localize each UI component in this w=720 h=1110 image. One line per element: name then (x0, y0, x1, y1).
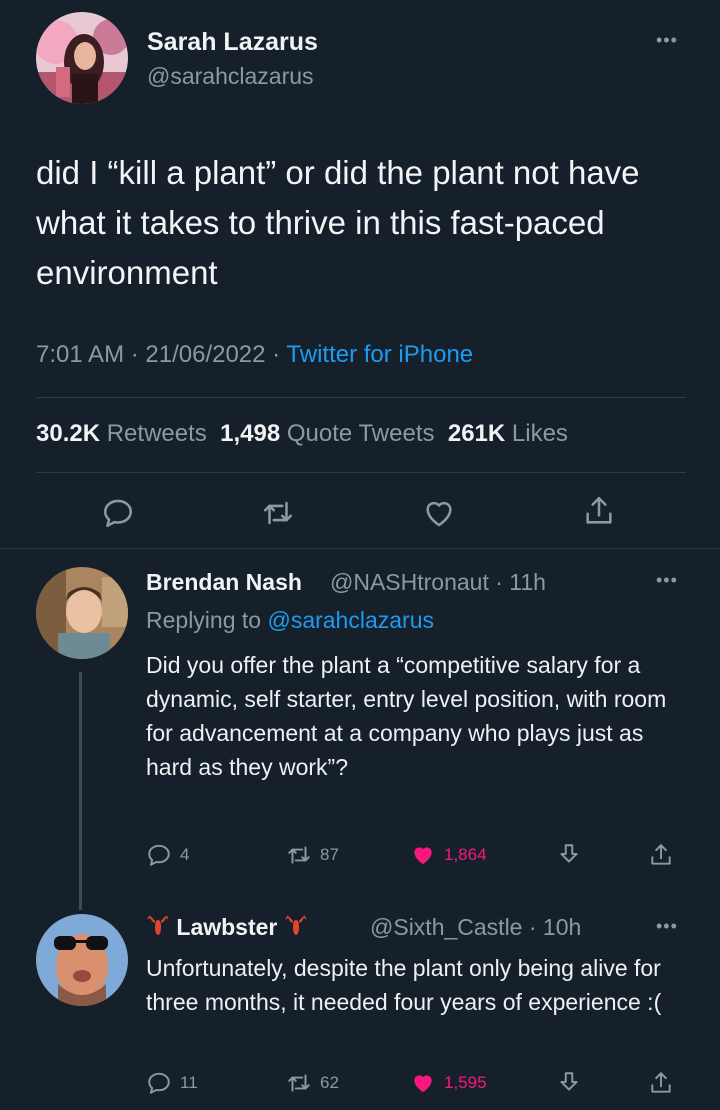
quotes-stat[interactable]: 1,498 Quote Tweets (220, 420, 434, 447)
share-button[interactable] (648, 1070, 682, 1096)
download-icon (560, 1072, 578, 1091)
author-avatar[interactable] (36, 12, 128, 104)
tweet-timestamp[interactable]: 7:01 AM · 21/06/2022 · (36, 341, 286, 368)
tweet-source[interactable]: Twitter for iPhone (286, 341, 473, 368)
reply-button[interactable]: 11 (146, 1070, 198, 1096)
reply-icon[interactable] (101, 496, 135, 530)
retweet-count: 87 (320, 845, 339, 864)
reply-avatar[interactable] (36, 914, 128, 1006)
more-options-icon[interactable]: ••• (656, 916, 678, 937)
retweet-count: 62 (320, 1073, 339, 1092)
like-button[interactable]: 1,864 (410, 842, 487, 868)
reply-author-handle[interactable]: @NASHtronaut · 11h (330, 569, 546, 596)
reply-avatar[interactable] (36, 567, 128, 659)
author-handle[interactable]: @sarahclazarus (147, 63, 314, 90)
thread-line (79, 672, 82, 910)
likes-stat[interactable]: 261K Likes (448, 420, 568, 447)
heart-icon (414, 1075, 432, 1093)
reply-author-name[interactable]: Lawbster (146, 914, 308, 941)
reply-author-handle[interactable]: @Sixth_Castle · 10h (370, 914, 581, 941)
more-options-icon[interactable]: ••• (656, 30, 678, 51)
tweet-stats: 30.2K Retweets 1,498 Quote Tweets 261K L… (36, 420, 568, 448)
main-tweet: Sarah Lazarus @sarahclazarus ••• did I “… (0, 0, 720, 548)
share-icon (651, 844, 671, 865)
like-count: 1,864 (444, 845, 487, 864)
download-button[interactable] (556, 842, 590, 868)
reply-author-name[interactable]: Brendan Nash (146, 569, 302, 596)
reply-icon (148, 844, 170, 866)
lobster-emoji-icon (147, 915, 169, 935)
lobster-emoji-icon (285, 915, 307, 935)
share-button[interactable] (648, 842, 682, 868)
retweet-button[interactable]: 62 (286, 1070, 339, 1096)
heart-icon[interactable] (422, 496, 456, 530)
download-icon (560, 844, 578, 863)
reply-button[interactable]: 4 (146, 842, 189, 868)
more-options-icon[interactable]: ••• (656, 570, 678, 591)
retweet-button[interactable]: 87 (286, 842, 339, 868)
retweet-icon (288, 1074, 310, 1092)
reply-count: 11 (180, 1073, 198, 1092)
retweet-icon (288, 846, 310, 864)
tweet-text: did I “kill a plant” or did the plant no… (36, 154, 640, 291)
heart-icon (414, 847, 432, 865)
reply-count: 4 (180, 845, 190, 864)
share-icon (651, 1072, 671, 1093)
divider (36, 397, 686, 398)
replying-to-link[interactable]: @sarahclazarus (267, 607, 434, 633)
author-name[interactable]: Sarah Lazarus (147, 28, 318, 57)
section-separator (0, 548, 720, 549)
download-button[interactable] (556, 1070, 590, 1096)
reply-text: Did you offer the plant a “competitive s… (146, 652, 667, 780)
replying-to: Replying to @sarahclazarus (146, 607, 434, 633)
like-count: 1,595 (444, 1073, 487, 1092)
divider (36, 472, 686, 473)
like-button[interactable]: 1,595 (410, 1070, 487, 1096)
retweets-stat[interactable]: 30.2K Retweets (36, 420, 207, 447)
tweet-meta: 7:01 AM · 21/06/2022 · Twitter for iPhon… (36, 341, 473, 369)
reply-text: Unfortunately, despite the plant only be… (146, 955, 662, 1015)
share-icon[interactable] (582, 494, 616, 528)
retweet-icon[interactable] (261, 496, 295, 530)
reply-icon (148, 1072, 170, 1094)
